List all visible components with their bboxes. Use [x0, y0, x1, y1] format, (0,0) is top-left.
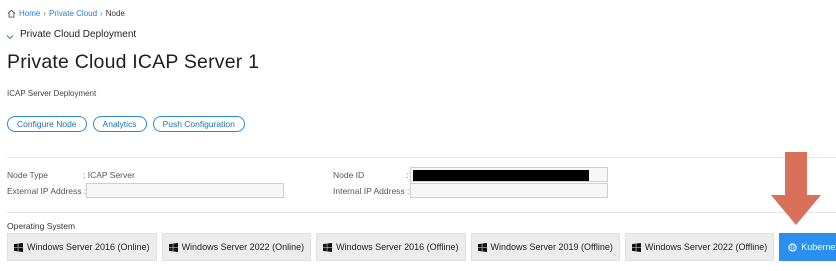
os-option-label: Windows Server 2019 (Offline) [490, 242, 613, 252]
windows-icon [631, 242, 641, 252]
node-type-label: Node Type [7, 170, 48, 180]
page-subtitle: ICAP Server Deployment [7, 89, 97, 98]
os-option-label: Windows Server 2016 (Online) [27, 242, 150, 252]
breadcrumb-separator: › [100, 9, 103, 18]
section-toggle-deployment[interactable]: Private Cloud Deployment [6, 27, 136, 41]
windows-icon [14, 242, 23, 252]
node-id-redacted [413, 170, 589, 181]
os-option-label: Windows Server 2022 (Online) [181, 242, 305, 252]
kubernetes-label: Kubernetes [801, 242, 836, 252]
windows-icon [168, 242, 178, 252]
home-icon[interactable] [7, 9, 16, 18]
operating-system-label: Operating System [7, 221, 76, 231]
action-buttons: Configure Node Analytics Push Configurat… [7, 116, 245, 132]
annotation-arrow-icon [771, 152, 821, 225]
os-option-windows-2016-offline[interactable]: Windows Server 2016 (Offline) [316, 233, 466, 261]
internal-ip-field[interactable] [410, 183, 608, 198]
os-option-label: Windows Server 2016 (Offline) [336, 242, 459, 252]
page-title: Private Cloud ICAP Server 1 [7, 51, 260, 73]
breadcrumb-private-cloud-link[interactable]: Private Cloud [49, 9, 97, 18]
os-options: Windows Server 2016 (Online) Windows Ser… [7, 233, 836, 261]
breadcrumb-home-link[interactable]: Home [19, 9, 40, 18]
configure-node-button[interactable]: Configure Node [7, 116, 87, 132]
section-label: Private Cloud Deployment [20, 28, 137, 40]
os-option-windows-2022-offline[interactable]: Windows Server 2022 (Offline) [624, 233, 775, 261]
node-id-label: Node ID [333, 170, 365, 180]
divider [7, 157, 836, 158]
breadcrumb: Home › Private Cloud › Node [7, 9, 125, 18]
node-id-colon: : [406, 170, 409, 180]
external-ip-label: External IP Address : [7, 186, 87, 196]
kubernetes-icon [788, 242, 797, 252]
internal-ip-label: Internal IP Address : [333, 186, 410, 196]
breadcrumb-current: Node [105, 9, 125, 18]
breadcrumb-separator: › [43, 9, 47, 18]
divider [7, 212, 836, 213]
os-option-windows-2022-online[interactable]: Windows Server 2022 (Online) [161, 233, 312, 261]
os-option-windows-2019-offline[interactable]: Windows Server 2019 (Offline) [470, 233, 620, 261]
os-option-label: Windows Server 2022 (Offline) [644, 242, 768, 252]
windows-icon [477, 242, 487, 252]
analytics-button[interactable]: Analytics [92, 116, 147, 132]
os-option-windows-2016-online[interactable]: Windows Server 2016 (Online) [7, 233, 157, 261]
windows-icon [323, 242, 333, 252]
chevron-down-icon [6, 35, 14, 40]
node-type-value: : ICAP Server [83, 170, 135, 180]
push-configuration-button[interactable]: Push Configuration [152, 116, 245, 132]
kubernetes-button[interactable]: Kubernetes [779, 233, 836, 261]
external-ip-field[interactable] [86, 183, 284, 198]
